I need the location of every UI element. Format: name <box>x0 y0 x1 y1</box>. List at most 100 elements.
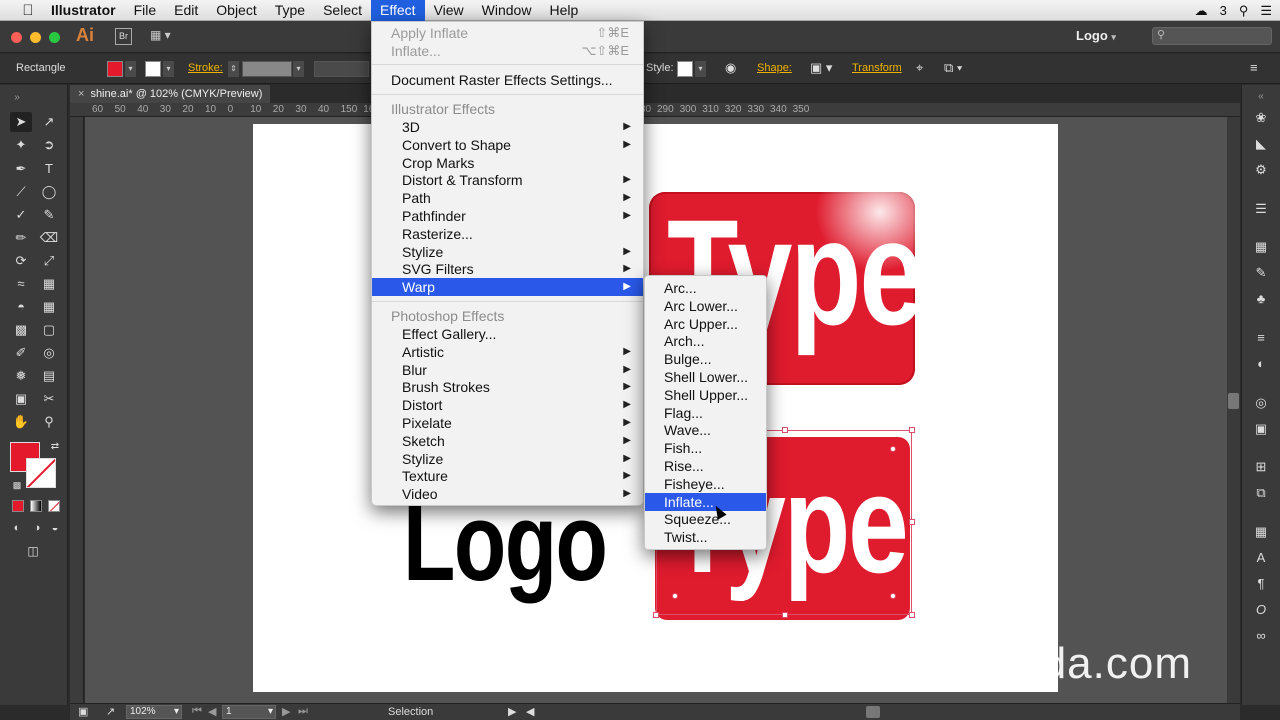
eyedropper-tool-icon[interactable]: ✐ <box>10 343 32 363</box>
width-tool-icon[interactable]: ≈ <box>10 274 32 294</box>
notification-list-icon[interactable]: ☰ <box>1260 3 1272 19</box>
effect-item-path[interactable]: Path ▶ <box>372 189 643 207</box>
symbols-panel-icon[interactable]: ♣ <box>1252 290 1270 308</box>
warp-item-arch[interactable]: Arch... <box>645 332 766 350</box>
stroke-color-swatch[interactable] <box>145 61 161 77</box>
menu-help[interactable]: Help <box>540 0 587 21</box>
status-menu-icon[interactable]: ▶ <box>508 705 516 718</box>
warp-item-rise[interactable]: Rise... <box>645 457 766 475</box>
stroke-weight-dropdown-icon[interactable]: ▾ <box>293 61 304 77</box>
stroke-panel-link[interactable]: Stroke: <box>188 62 223 74</box>
selection-tool-icon[interactable]: ➤ <box>10 112 32 132</box>
stroke-swatch[interactable] <box>26 458 56 488</box>
creative-cloud-icon[interactable]: ☁ <box>1195 3 1208 19</box>
photoshop-effect-item-sketch[interactable]: Sketch ▶ <box>372 432 643 450</box>
menu-edit[interactable]: Edit <box>165 0 207 21</box>
ellipse-tool-icon[interactable]: ◯ <box>38 182 60 202</box>
photoshop-effect-item-video[interactable]: Video ▶ <box>372 485 643 503</box>
layers-panel-icon[interactable]: ☰ <box>1252 200 1270 218</box>
close-tab-icon[interactable]: × <box>78 88 84 100</box>
effect-item-rasterize[interactable]: Rasterize... <box>372 225 643 243</box>
transform-panel-icon[interactable]: ▣ <box>1252 420 1270 438</box>
recolor-artwork-icon[interactable]: ◉ <box>725 60 736 76</box>
align-panel-icon[interactable]: ⊞ <box>1252 458 1270 476</box>
collapse-panel-icon[interactable]: » <box>6 88 28 108</box>
menu-object[interactable]: Object <box>207 0 265 21</box>
apple-icon[interactable]:  <box>14 2 42 19</box>
photoshop-effect-item-brush-strokes[interactable]: Brush Strokes ▶ <box>372 378 643 396</box>
none-mode-button[interactable] <box>48 500 60 512</box>
shape-builder-tool-icon[interactable]: ◓ <box>10 297 32 317</box>
paintbrush-tool-icon[interactable]: ✓ <box>10 205 32 225</box>
default-fill-stroke-icon[interactable]: ▩ <box>6 475 28 495</box>
live-corner-widget[interactable] <box>890 446 896 452</box>
photoshop-effect-item-pixelate[interactable]: Pixelate ▶ <box>372 414 643 432</box>
first-artboard-icon[interactable]: ⏮ <box>192 705 202 718</box>
fill-dropdown-icon[interactable]: ▾ <box>125 61 136 77</box>
color-mode-button[interactable] <box>12 500 24 512</box>
photoshop-effect-item-stylize[interactable]: Stylize ▶ <box>372 450 643 468</box>
symbol-sprayer-tool-icon[interactable]: ❅ <box>10 366 32 386</box>
live-corner-widget[interactable] <box>672 593 678 599</box>
vertical-scrollbar[interactable] <box>1227 117 1240 703</box>
hand-tool-icon[interactable]: ✋ <box>10 412 32 432</box>
line-tool-icon[interactable]: ⟋ <box>10 182 32 202</box>
prev-artboard-icon[interactable]: ◀ <box>208 705 216 718</box>
stroke-weight-field[interactable] <box>242 61 292 77</box>
character-panel-icon[interactable]: A <box>1252 549 1270 567</box>
color-panel-icon[interactable]: ❀ <box>1252 109 1270 127</box>
document-tab[interactable]: × shine.ai* @ 102% (CMYK/Preview) <box>70 85 270 103</box>
scale-tool-icon[interactable]: ⤢ <box>38 251 60 271</box>
pencil-tool-icon[interactable]: ✎ <box>38 205 60 225</box>
swatches-panel-icon[interactable]: ▦ <box>1252 238 1270 256</box>
workspace-switcher[interactable]: Logo ▾ <box>1076 28 1116 43</box>
warp-item-arc-upper[interactable]: Arc Upper... <box>645 315 766 333</box>
draw-inside-icon[interactable]: ◒ <box>44 518 66 538</box>
pen-tool-icon[interactable]: ✒ <box>10 159 32 179</box>
arrange-documents-icon[interactable]: ▦ ▾ <box>150 28 178 45</box>
effect-item-stylize[interactable]: Stylize ▶ <box>372 243 643 261</box>
zoom-field[interactable]: 102% ▾ <box>126 705 182 719</box>
gradient-tool-icon[interactable]: ▢ <box>38 320 60 340</box>
effect-item-svg-filters[interactable]: SVG Filters ▶ <box>372 260 643 278</box>
rotate-tool-icon[interactable]: ⟳ <box>10 251 32 271</box>
direct-selection-tool-icon[interactable]: ↗ <box>38 112 60 132</box>
artboard-navigation-icon[interactable]: ▣ <box>78 705 88 718</box>
color-guide-icon[interactable]: ◣ <box>1252 135 1270 153</box>
warp-item-inflate[interactable]: Inflate... <box>645 492 766 511</box>
minimize-window-button[interactable] <box>30 32 41 43</box>
stroke-dropdown-icon[interactable]: ▾ <box>163 61 174 77</box>
transparency-panel-icon[interactable]: ◎ <box>1252 394 1270 412</box>
photoshop-effect-item-effect-gallery[interactable]: Effect Gallery... <box>372 325 643 343</box>
blend-tool-icon[interactable]: ◎ <box>38 343 60 363</box>
menu-illustrator[interactable]: Illustrator <box>42 0 125 21</box>
warp-item-bulge[interactable]: Bulge... <box>645 350 766 368</box>
link-icon[interactable]: ∞ <box>1252 627 1270 645</box>
warp-item-flag[interactable]: Flag... <box>645 404 766 422</box>
spotlight-search-icon[interactable]: ⚲ <box>1239 3 1249 19</box>
resize-handle-bl[interactable] <box>653 612 659 618</box>
draw-normal-icon[interactable]: ◐ <box>6 518 28 538</box>
mesh-tool-icon[interactable]: ▩ <box>10 320 32 340</box>
zoom-window-button[interactable] <box>49 32 60 43</box>
photoshop-effect-item-blur[interactable]: Blur ▶ <box>372 361 643 379</box>
next-artboard-icon[interactable]: ▶ <box>282 705 290 718</box>
arrange-icon[interactable]: ⧉ ▾ <box>944 60 962 76</box>
resize-handle-br[interactable] <box>909 612 915 618</box>
menu-window[interactable]: Window <box>473 0 541 21</box>
menu-select[interactable]: Select <box>314 0 371 21</box>
warp-item-squeeze[interactable]: Squeeze... <box>645 510 766 528</box>
resize-handle-b[interactable] <box>782 612 788 618</box>
links-panel-icon[interactable]: ▦ <box>1252 523 1270 541</box>
screen-mode-icon[interactable]: ◫ <box>22 541 44 561</box>
photoshop-effect-item-distort[interactable]: Distort ▶ <box>372 396 643 414</box>
warp-item-arc[interactable]: Arc... <box>645 279 766 297</box>
warp-item-fisheye[interactable]: Fisheye... <box>645 475 766 493</box>
gradient-mode-button[interactable] <box>30 500 42 512</box>
warp-item-shell-upper[interactable]: Shell Upper... <box>645 386 766 404</box>
panel-menu-icon[interactable]: ≡ <box>1250 60 1258 75</box>
fill-color-swatch[interactable] <box>107 61 123 77</box>
resize-handle-r[interactable] <box>909 519 915 525</box>
menu-view[interactable]: View <box>425 0 473 21</box>
artboard-tool-icon[interactable]: ▣ <box>10 389 32 409</box>
